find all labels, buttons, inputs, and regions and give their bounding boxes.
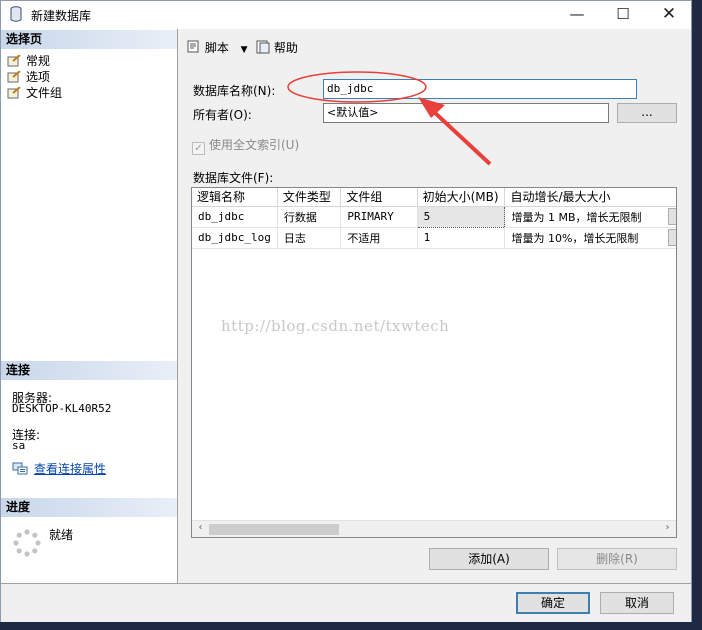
connection-value: sa (12, 439, 26, 452)
close-button[interactable]: ✕ (646, 1, 692, 29)
autogrowth-text: 增量为 1 MB，增长无限制 (511, 210, 642, 224)
help-button[interactable]: 帮助 (256, 39, 298, 56)
ok-button[interactable]: 确定 (516, 592, 590, 614)
fulltext-checkbox[interactable]: ✓ 使用全文索引(U) (192, 136, 299, 155)
remove-button[interactable]: 删除(R) (557, 548, 677, 570)
help-label: 帮助 (273, 41, 298, 55)
connection-header: 连接 (1, 361, 177, 380)
owner-input[interactable]: <默认值> (323, 103, 609, 123)
page-item-filegroups[interactable]: 文件组 (7, 84, 62, 100)
progress-header: 进度 (1, 498, 177, 517)
scroll-right-icon[interactable]: › (659, 522, 676, 533)
initial-size-cell[interactable]: 1 (417, 227, 506, 249)
select-page-header: 选择页 (1, 30, 177, 49)
fulltext-label: 使用全文索引(U) (209, 138, 300, 152)
filegroup-cell[interactable]: 不适用 (340, 227, 418, 249)
script-icon (187, 40, 199, 53)
column-header[interactable]: 文件类型 (277, 188, 342, 207)
horizontal-scrollbar[interactable]: ‹ › (192, 520, 676, 537)
db-name-label: 数据库名称(N): (193, 84, 276, 98)
server-value: DESKTOP-KL40R52 (12, 402, 112, 415)
database-files-grid: 逻辑名称 文件类型 文件组 初始大小(MB) 自动增长/最大大小 db_jdbc… (191, 187, 677, 538)
column-header[interactable]: 初始大小(MB) (417, 188, 506, 207)
database-icon (10, 6, 22, 22)
scroll-left-icon[interactable]: ‹ (192, 522, 209, 533)
table-row[interactable]: db_jdbc_log 日志 不适用 1 增量为 10%，增长无限制 (192, 227, 676, 249)
initial-size-cell[interactable]: 5 (416, 205, 506, 228)
table-row[interactable]: db_jdbc 行数据 PRIMARY 5 增量为 1 MB，增长无限制 (192, 205, 676, 228)
connection-properties-icon (12, 462, 28, 475)
file-type-cell[interactable]: 行数据 (277, 206, 342, 228)
column-header[interactable]: 文件组 (340, 188, 418, 207)
add-button[interactable]: 添加(A) (429, 548, 549, 570)
page-item-label: 文件组 (26, 86, 63, 100)
autogrowth-cell[interactable]: 增量为 10%，增长无限制 (504, 227, 676, 249)
logical-name-cell[interactable]: db_jdbc_log (192, 227, 278, 249)
dropdown-arrow-icon[interactable]: ▼ (241, 45, 248, 55)
page-item-label: 选项 (26, 70, 51, 84)
autogrowth-edit-button[interactable] (668, 207, 676, 225)
db-name-input[interactable]: db_jdbc (323, 79, 637, 99)
progress-spinner-icon (13, 529, 41, 557)
grid-header-row: 逻辑名称 文件类型 文件组 初始大小(MB) 自动增长/最大大小 (192, 188, 676, 207)
script-button[interactable]: 脚本 ▼ (185, 39, 248, 56)
page-item-general[interactable]: 常规 (7, 52, 50, 68)
autogrowth-text: 增量为 10%，增长无限制 (511, 231, 639, 245)
maximize-button[interactable]: ☐ (600, 1, 646, 29)
checkbox-check-icon: ✓ (192, 142, 205, 155)
page-item-options[interactable]: 选项 (7, 68, 50, 84)
page-item-label: 常规 (26, 54, 51, 68)
page-icon (7, 71, 21, 83)
new-database-dialog: 新建数据库 — ☐ ✕ 选择页 常规 选项 文件组 连接 服务器: DESKTO… (0, 0, 692, 622)
autogrowth-cell[interactable]: 增量为 1 MB，增长无限制 (504, 206, 676, 228)
watermark-text: http://blog.csdn.net/txwtech (221, 317, 450, 335)
autogrowth-edit-button[interactable] (668, 228, 676, 246)
view-connection-properties-link[interactable]: 查看连接属性 (34, 460, 106, 477)
logical-name-cell[interactable]: db_jdbc (192, 206, 278, 228)
page-icon (7, 55, 21, 67)
column-header[interactable]: 逻辑名称 (192, 188, 278, 207)
script-label: 脚本 (204, 41, 229, 55)
owner-browse-button[interactable]: ... (617, 103, 677, 123)
title-bar: 新建数据库 — ☐ ✕ (1, 1, 691, 29)
column-header[interactable]: 自动增长/最大大小 (504, 188, 676, 207)
left-pane: 选择页 常规 选项 文件组 连接 服务器: DESKTOP-KL40R52 连接… (1, 29, 178, 583)
scrollbar-thumb[interactable] (209, 524, 339, 535)
files-label: 数据库文件(F): (193, 171, 274, 185)
help-icon (256, 40, 270, 54)
page-icon (7, 87, 21, 99)
owner-label: 所有者(O): (193, 108, 252, 122)
window-title: 新建数据库 (31, 9, 92, 23)
file-type-cell[interactable]: 日志 (277, 227, 342, 249)
cancel-button[interactable]: 取消 (600, 592, 674, 614)
progress-status: 就绪 (49, 528, 74, 542)
minimize-button[interactable]: — (554, 1, 600, 29)
filegroup-cell[interactable]: PRIMARY (340, 206, 418, 228)
